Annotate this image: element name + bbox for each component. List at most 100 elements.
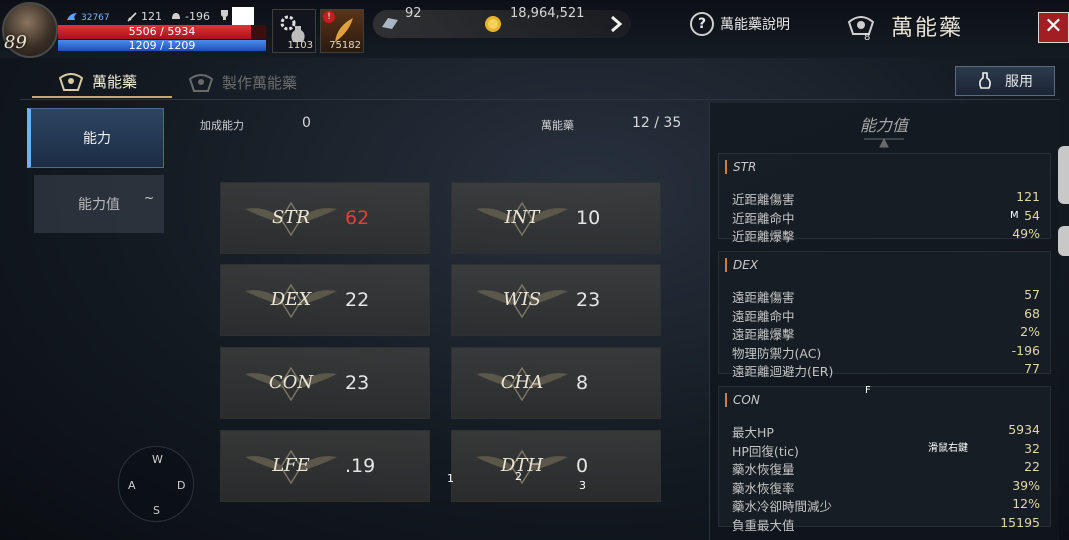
mp-bar: 1209 / 1209: [58, 40, 266, 51]
section-dex: DEX 遠距離傷害 57 遠距離命中 68 遠距離爆擊 2% 物理防禦力(AC) -196 遠距離…: [718, 251, 1051, 379]
stat-row-value: 2%: [1020, 324, 1040, 339]
window-title: 8 萬能藥: [845, 10, 964, 43]
stat-value: 23: [345, 372, 370, 394]
stat-row-label: 遠距離爆擊: [732, 327, 795, 342]
stat-row: 遠距離命中 68: [732, 306, 1040, 324]
stat-row-value: 12%: [1012, 496, 1040, 511]
stat-name: STR: [272, 207, 310, 228]
stat-row-value: 54: [1024, 207, 1040, 223]
silver-value: 92: [405, 6, 422, 21]
close-button[interactable]: ✕: [1038, 12, 1069, 43]
gold-value: 18,964,521: [510, 6, 585, 21]
sword-icon: [127, 12, 137, 22]
bonus-value: 0: [302, 115, 311, 131]
stat-card-dex[interactable]: DEX 22: [220, 264, 430, 336]
exp-value: 32767: [81, 13, 110, 23]
stat-row: 遠距離爆擊 2%: [732, 324, 1040, 342]
stat-row-value: 32: [1024, 440, 1040, 456]
stat-row-label: 藥水冷卻時間減少: [732, 499, 833, 514]
stat-row-label: 遠距離迴避力(ER): [732, 364, 834, 379]
overlay-right-click: 滑鼠右鍵: [928, 443, 968, 454]
marker-2: 2: [515, 470, 522, 483]
stat-row-label: 近距離傷害: [732, 192, 795, 207]
side-scroll-handle[interactable]: [1058, 146, 1069, 204]
use-button-label: 服用: [1005, 74, 1033, 90]
stat-row: 近距離命中 54: [732, 208, 1040, 226]
overlay-f: F: [865, 385, 871, 396]
helmet-icon: [172, 13, 180, 19]
stat-row: 負重最大值 15195: [732, 515, 1040, 533]
stat-name: LFE: [272, 455, 310, 476]
stat-card-wis[interactable]: WIS 23: [451, 264, 661, 336]
stat-card-dth[interactable]: DTH 0: [451, 430, 661, 502]
slot1-count: 1103: [287, 40, 313, 51]
stat-row-value: 5934: [1008, 422, 1040, 437]
nav-ability[interactable]: 能力: [27, 108, 164, 168]
stat-row-value: 121: [1016, 189, 1040, 204]
tab-elixir-label: 萬能藥: [92, 72, 138, 91]
stat-value: 23: [576, 289, 601, 311]
stat-row-value: 39%: [1012, 477, 1040, 493]
compass-a: A: [128, 479, 136, 492]
stat-row-value: 15195: [1000, 514, 1040, 530]
chevron-right-icon[interactable]: [610, 15, 622, 33]
stat-row-label: 近距離爆擊: [732, 229, 795, 244]
quick-slot-potion[interactable]: 1103: [272, 9, 316, 53]
tab-craft-elixir[interactable]: 製作萬能藥: [188, 66, 297, 98]
stat-row: 最大HP 5934: [732, 422, 1040, 440]
potion-crest-icon: 8: [845, 10, 877, 43]
stat-row-label: 藥水恢復量: [732, 462, 795, 477]
slot2-count: 75182: [329, 40, 361, 51]
stat-row-value: 22: [1024, 459, 1040, 474]
wing-icon: [67, 13, 77, 20]
elixir-crest-icon: [58, 73, 84, 91]
section-head: STR: [725, 160, 756, 174]
stat-card-con[interactable]: CON 23: [220, 347, 430, 419]
side-scroll-handle-2[interactable]: [1058, 226, 1069, 256]
nav-tilde-marker: ~: [143, 191, 154, 205]
stat-row: HP回復(tic) 32: [732, 441, 1040, 459]
stat-value: 0: [576, 455, 589, 477]
movement-compass[interactable]: W A D S: [118, 446, 194, 522]
stat-row: 近距離爆擊 49%: [732, 226, 1040, 244]
stat-row-label: 負重最大值: [732, 517, 795, 533]
trophy-icon: [221, 10, 228, 20]
quick-slot-feather[interactable]: ! 75182: [320, 9, 364, 53]
stat-row-label: 遠距離命中: [732, 308, 795, 324]
stat-card-str[interactable]: STR 62: [220, 182, 430, 254]
attack-stat: 121: [126, 10, 162, 23]
stat-row: 藥水恢復量 22: [732, 459, 1040, 477]
compass-w: W: [152, 453, 163, 466]
tab-elixir[interactable]: 萬能藥: [32, 66, 172, 98]
title-badge: 8: [864, 32, 871, 43]
nav-stat-values[interactable]: 能力值 ~: [34, 175, 164, 233]
stat-name: WIS: [503, 289, 541, 310]
stat-row-label: 物理防禦力(AC): [732, 345, 822, 361]
stat-card-cha[interactable]: CHA 8: [451, 347, 661, 419]
stat-card-lfe[interactable]: LFE .19: [220, 430, 430, 502]
bonus-label: 加成能力: [200, 119, 244, 132]
silver-ingot-icon: [382, 18, 398, 29]
stat-name: CHA: [500, 372, 544, 393]
stat-row-label: HP回復(tic): [732, 443, 799, 459]
nav-ability-label: 能力: [83, 131, 111, 147]
attack-value: 121: [141, 10, 162, 23]
marker-1: 1: [447, 472, 454, 485]
stat-name: DTH: [500, 455, 544, 476]
stat-row-value: 77: [1024, 361, 1040, 376]
potion-count-label: 萬能藥: [541, 119, 574, 132]
section-head: DEX: [725, 258, 758, 272]
stat-row-value: -196: [1011, 342, 1040, 358]
armor-value: -196: [185, 10, 210, 23]
stat-card-int[interactable]: INT 10: [451, 182, 661, 254]
nav-stat-values-label: 能力值: [78, 197, 120, 213]
help-button[interactable]: ? 萬能藥說明: [690, 12, 790, 36]
section-con: CON 最大HP 5934 HP回復(tic) 32 藥水恢復量 22 藥水恢復率 39% 藥水冷…: [718, 386, 1051, 533]
title-text: 萬能藥: [891, 16, 964, 41]
hidden-name-plate: [232, 7, 254, 27]
gold-coin-icon: [485, 16, 501, 32]
stat-name: CON: [268, 372, 314, 393]
stat-name: DEX: [270, 289, 312, 310]
potion-count-value: 12 / 35: [632, 115, 682, 131]
use-button[interactable]: 服用: [955, 66, 1055, 96]
